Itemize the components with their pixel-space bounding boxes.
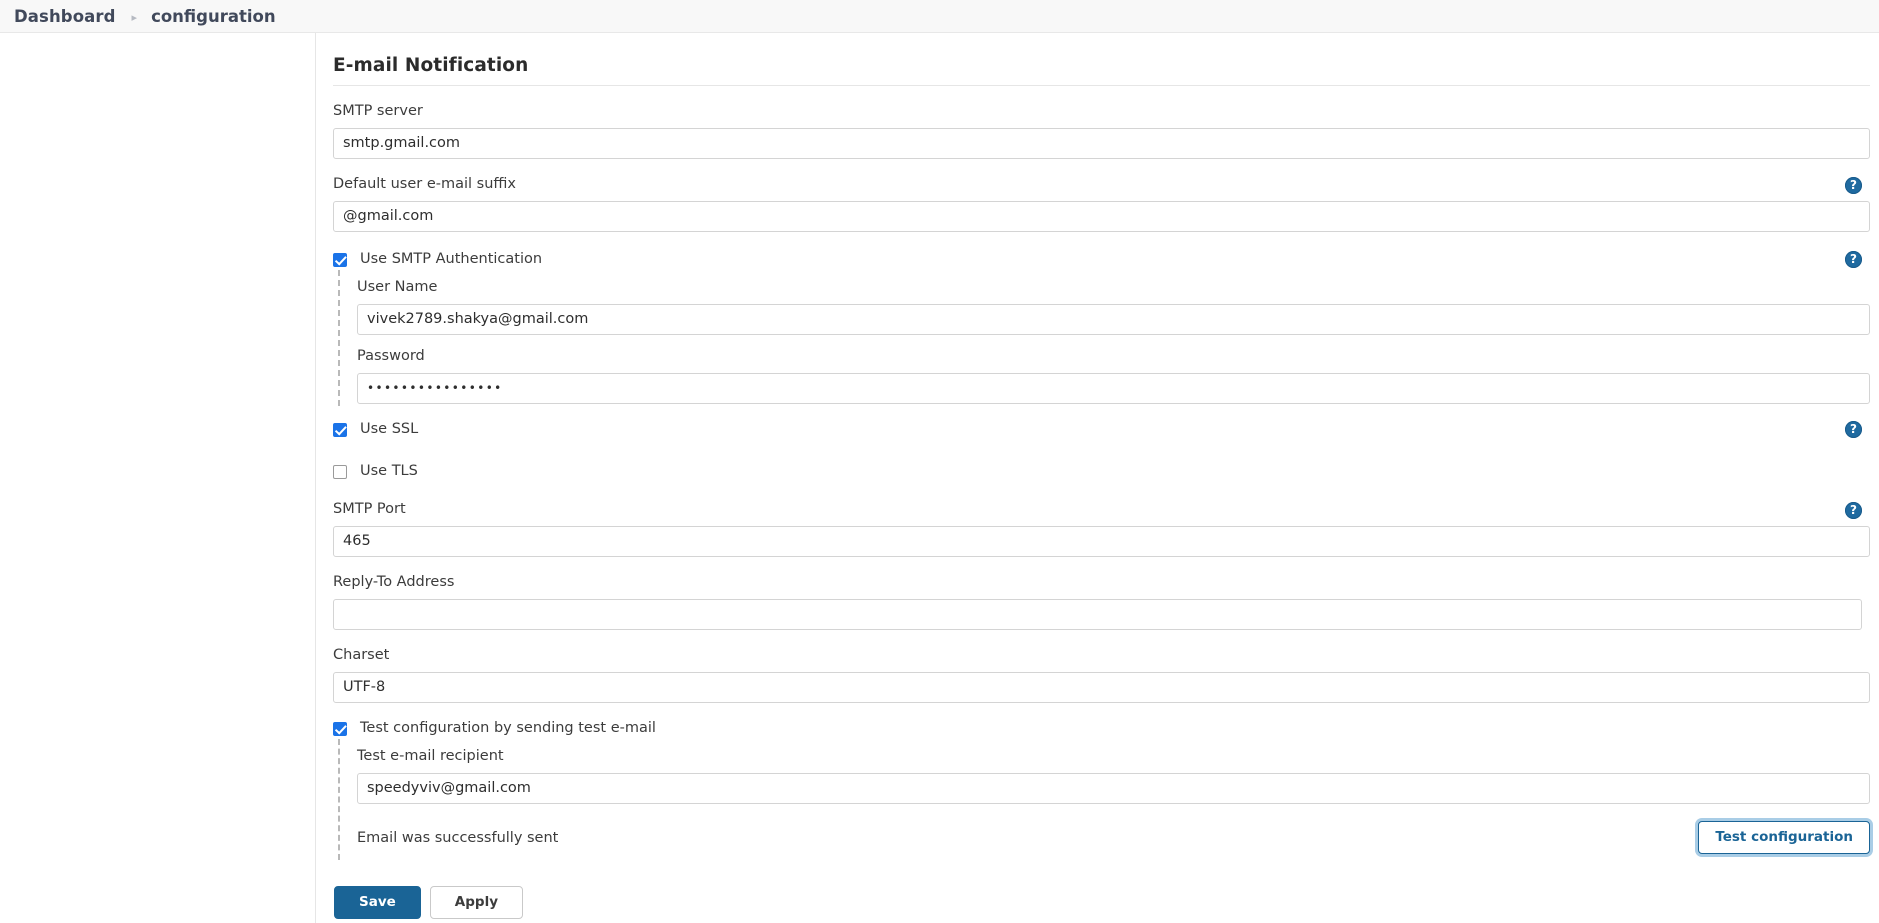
- page-title: E-mail Notification: [333, 55, 529, 76]
- password-input[interactable]: [357, 372, 1870, 404]
- use-smtp-auth-label[interactable]: Use SMTP Authentication: [360, 251, 542, 268]
- test-recipient-input[interactable]: [357, 772, 1870, 804]
- checkbox-row-use-tls[interactable]: Use TLS: [333, 462, 1870, 482]
- breadcrumb: Dashboard ▸ configuration: [0, 0, 1879, 33]
- breadcrumb-item-dashboard[interactable]: Dashboard: [14, 7, 116, 26]
- smtp-server-label: SMTP server: [333, 103, 423, 119]
- checkbox-row-test-config[interactable]: Test configuration by sending test e-mai…: [333, 719, 1870, 739]
- email-suffix-label: Default user e-mail suffix: [333, 175, 516, 192]
- field-reply-to: Reply-To Address: [333, 573, 1870, 630]
- field-user-name: User Name: [357, 278, 1870, 335]
- charset-input[interactable]: [333, 671, 1870, 703]
- smtp-server-input[interactable]: [333, 127, 1870, 159]
- test-recipient-label: Test e-mail recipient: [357, 747, 504, 764]
- field-smtp-port: SMTP Port ?: [333, 500, 1870, 557]
- checkbox-row-use-smtp-auth[interactable]: Use SMTP Authentication ?: [333, 250, 1870, 270]
- status-message: Email was successfully sent: [357, 829, 559, 846]
- apply-button[interactable]: Apply: [429, 885, 523, 919]
- breadcrumb-item-configuration[interactable]: configuration: [151, 7, 276, 26]
- use-ssl-checkbox[interactable]: [333, 422, 347, 437]
- help-icon-smtp-port[interactable]: ?: [1845, 501, 1862, 519]
- field-test-recipient: Test e-mail recipient: [357, 747, 1870, 804]
- checkbox-row-use-ssl[interactable]: Use SSL ?: [333, 420, 1870, 440]
- configuration-form: E-mail Notification SMTP server Default …: [316, 33, 1879, 923]
- smtp-port-label: SMTP Port: [333, 500, 406, 517]
- save-button[interactable]: Save: [334, 885, 421, 919]
- smtp-port-input[interactable]: [333, 525, 1870, 557]
- use-smtp-auth-checkbox[interactable]: [333, 252, 347, 267]
- field-email-suffix: Default user e-mail suffix ?: [333, 175, 1870, 232]
- user-name-input[interactable]: [357, 303, 1870, 335]
- form-actions: Save Apply: [333, 885, 1870, 919]
- field-charset: Charset: [333, 646, 1870, 703]
- help-icon-email-suffix[interactable]: ?: [1845, 176, 1862, 194]
- left-rail: [0, 33, 316, 923]
- field-use-tls: Use TLS: [333, 462, 1870, 482]
- title-divider: [333, 85, 1870, 86]
- test-status-row: Email was successfully sent Test configu…: [357, 818, 1870, 858]
- test-configuration-button[interactable]: Test configuration: [1698, 820, 1870, 855]
- email-suffix-input[interactable]: [333, 200, 1870, 232]
- field-password: Password: [357, 347, 1870, 404]
- test-config-nested-group: Test e-mail recipient Email was successf…: [338, 738, 1870, 860]
- user-name-label: User Name: [357, 278, 438, 295]
- help-icon-use-ssl[interactable]: ?: [1845, 420, 1862, 438]
- test-config-label[interactable]: Test configuration by sending test e-mai…: [360, 720, 656, 737]
- smtp-auth-nested-group: User Name Password: [338, 269, 1870, 406]
- test-config-checkbox[interactable]: [333, 721, 347, 736]
- field-use-smtp-auth: Use SMTP Authentication ? User Name Pass…: [333, 250, 1870, 406]
- help-icon-use-smtp-auth[interactable]: ?: [1845, 250, 1862, 268]
- password-label: Password: [357, 347, 425, 364]
- breadcrumb-separator-icon: ▸: [131, 10, 138, 24]
- reply-to-input[interactable]: [333, 598, 1862, 630]
- use-tls-checkbox[interactable]: [333, 464, 347, 479]
- use-ssl-label[interactable]: Use SSL: [360, 421, 418, 438]
- field-smtp-server: SMTP server: [333, 103, 1870, 159]
- page-body: E-mail Notification SMTP server Default …: [0, 33, 1879, 923]
- use-tls-label[interactable]: Use TLS: [360, 463, 418, 480]
- field-use-ssl: Use SSL ?: [333, 420, 1870, 440]
- field-test-config: Test configuration by sending test e-mai…: [333, 719, 1870, 860]
- charset-label: Charset: [333, 646, 390, 663]
- reply-to-label: Reply-To Address: [333, 573, 455, 590]
